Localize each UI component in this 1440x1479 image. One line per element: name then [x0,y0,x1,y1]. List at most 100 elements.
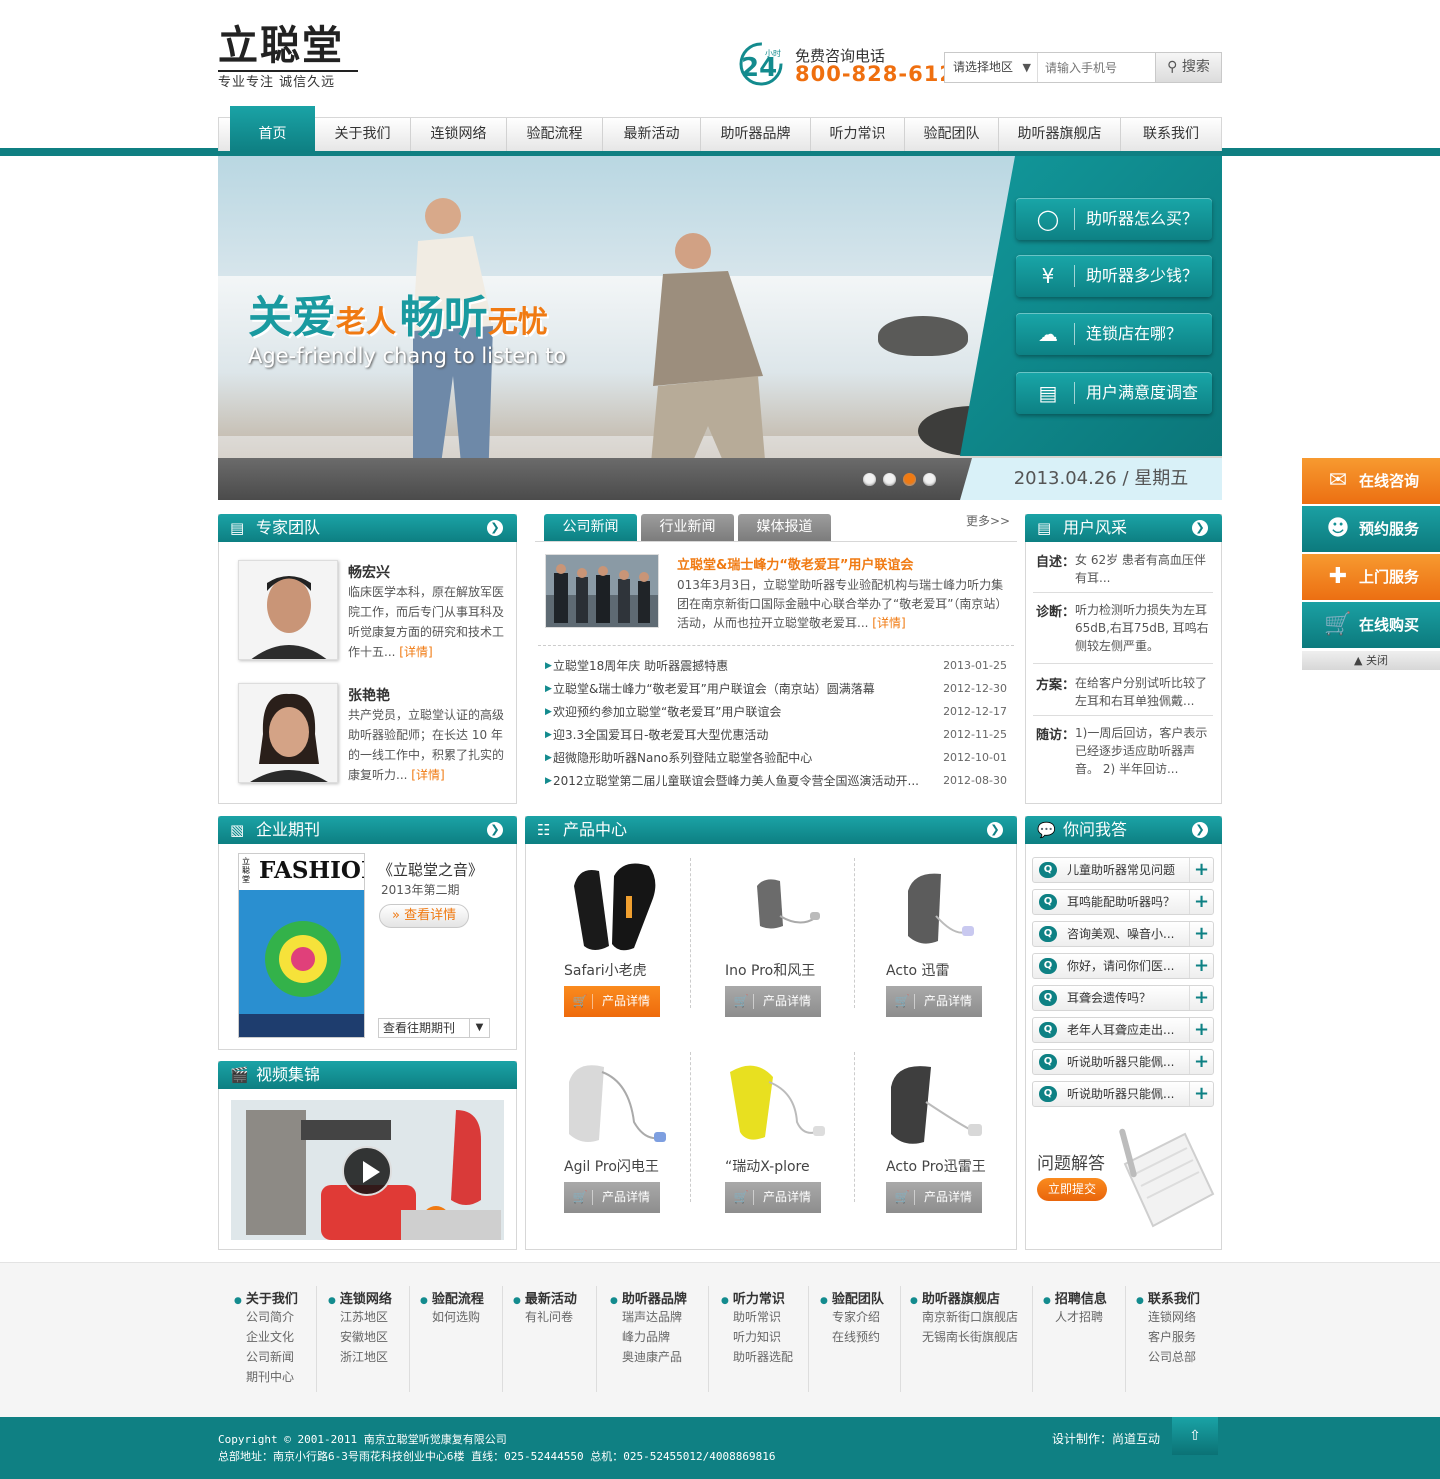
featured-news-image[interactable] [545,554,659,628]
news-item[interactable]: ▶ 迎3.3全国爱耳日-敬老爱耳大型优惠活动 2012-11-25 [545,725,1007,745]
nav-item-team[interactable]: 验配团队 [905,118,999,151]
footer-col-heading[interactable]: ● 关于我们 [234,1288,298,1307]
side-float-close[interactable]: ▲ 关闭 [1302,651,1440,670]
qa-item[interactable]: Q 老年人耳聋应走出... + [1032,1017,1214,1043]
nav-item-knowledge[interactable]: 听力常识 [811,118,905,151]
footer-link[interactable]: 在线预约 [820,1327,884,1347]
side-home-service[interactable]: ✚ 上门服务 [1302,554,1440,600]
footer-link[interactable]: 专家介绍 [820,1307,884,1327]
qa-item[interactable]: Q 耳鸣能配助听器吗？ + [1032,889,1214,915]
nav-item-events[interactable]: 最新活动 [603,118,701,151]
logo[interactable]: 立聪堂 专业专注 诚信久远 [218,22,358,94]
quick-link-how-to-buy[interactable]: ◯ 助听器怎么买？ [1016,198,1212,240]
product-card[interactable]: Acto Pro迅雷王 🛒 产品详情 [886,1052,1006,1222]
footer-link[interactable]: 安徽地区 [328,1327,392,1347]
hero-banner[interactable]: 关爱老人 畅听无忧 Age-friendly chang to listen t… [218,156,1222,500]
footer-col-heading[interactable]: ● 联系我们 [1136,1288,1200,1307]
footer-col-heading[interactable]: ● 验配团队 [820,1288,884,1307]
news-item[interactable]: ▶ 立聪堂18周年庆 助听器震撼特惠 2013-01-25 [545,656,1007,676]
plus-icon[interactable]: + [1189,1050,1213,1074]
tab-industry-news[interactable]: 行业新闻 [641,514,734,541]
footer-link[interactable]: 助听器选配 [721,1347,793,1367]
qa-item[interactable]: Q 听说助听器只能佩... + [1032,1049,1214,1075]
footer-link[interactable]: 助听常识 [721,1307,793,1327]
more-arrow-icon[interactable]: ❯ [1192,822,1208,838]
footer-link[interactable]: 如何选购 [420,1307,484,1327]
footer-link[interactable]: 公司新闻 [234,1347,298,1367]
quick-link-survey[interactable]: ▤ 用户满意度调查 [1016,372,1212,414]
more-arrow-icon[interactable]: ❯ [987,822,1003,838]
plus-icon[interactable]: + [1189,1018,1213,1042]
side-online-buy[interactable]: 🛒 在线购买 [1302,602,1440,648]
footer-link[interactable]: 连锁网络 [1136,1307,1200,1327]
product-detail-button[interactable]: 🛒 产品详情 [886,986,982,1017]
footer-link[interactable]: 人才招聘 [1043,1307,1107,1327]
product-detail-button[interactable]: 🛒 产品详情 [564,1182,660,1213]
footer-link[interactable]: 奥迪康产品 [610,1347,687,1367]
qa-item[interactable]: Q 咨询美观、噪音小... + [1032,921,1214,947]
slide-dot[interactable] [923,473,936,486]
product-detail-button[interactable]: 🛒 产品详情 [725,986,821,1017]
nav-item-about[interactable]: 关于我们 [315,118,411,151]
product-detail-button[interactable]: 🛒 产品详情 [886,1182,982,1213]
product-card[interactable]: Ino Pro和风王 🛒 产品详情 [725,856,845,1026]
product-detail-button[interactable]: 🛒 产品详情 [564,986,660,1017]
expert-more-link[interactable]: [详情] [399,645,432,659]
play-icon[interactable] [342,1146,392,1196]
footer-col-heading[interactable]: ● 招聘信息 [1043,1288,1107,1307]
journal-name[interactable]: 《立聪堂之音》 [378,859,483,880]
news-item[interactable]: ▶ 超微隐形助听器Nano系列登陆立聪堂各验配中心 2012-10-01 [545,748,1007,768]
footer-col-heading[interactable]: ● 助听器旗舰店 [910,1288,1018,1307]
expert-photo[interactable] [238,560,338,660]
qa-item[interactable]: Q 儿童助听器常见问题 + [1032,857,1214,883]
product-card[interactable]: Agil Pro闪电王 🛒 产品详情 [564,1052,684,1222]
news-item[interactable]: ▶ 2012立聪堂第二届儿童联谊会暨峰力美人鱼夏令营全国巡演活动开... 2012-… [545,771,1007,791]
footer-link[interactable]: 听力知识 [721,1327,793,1347]
qa-item[interactable]: Q 听说助听器只能佩... + [1032,1081,1214,1107]
side-online-consult[interactable]: ✉ 在线咨询 [1302,458,1440,504]
region-select[interactable]: 请选择地区 ▼ [945,53,1038,82]
footer-col-heading[interactable]: ● 验配流程 [420,1288,484,1307]
footer-link[interactable]: 南京新街口旗舰店 [910,1307,1018,1327]
plus-icon[interactable]: + [1189,922,1213,946]
qa-item[interactable]: Q 耳聋会遗传吗？ + [1032,985,1214,1011]
nav-item-contact[interactable]: 联系我们 [1121,118,1221,151]
product-card[interactable]: Safari小老虎 🛒 产品详情 [564,856,684,1026]
nav-item-fitting[interactable]: 验配流程 [507,118,603,151]
plus-icon[interactable]: + [1189,890,1213,914]
slide-dot[interactable] [863,473,876,486]
footer-link[interactable]: 公司总部 [1136,1347,1200,1367]
side-appointment[interactable]: ☻ 预约服务 [1302,506,1440,552]
slide-dot[interactable] [883,473,896,486]
expert-more-link[interactable]: [详情] [411,768,444,782]
footer-link[interactable]: 有礼问卷 [513,1307,577,1327]
nav-item-home[interactable]: 首页 [230,106,315,152]
news-more-link[interactable]: 更多>> [966,512,1010,529]
video-player[interactable] [231,1100,504,1240]
featured-news-more[interactable]: [详情] [872,616,905,630]
footer-link[interactable]: 瑞声达品牌 [610,1307,687,1327]
footer-link[interactable]: 期刊中心 [234,1367,298,1387]
past-journal-select[interactable]: 查看往期期刊 ▼ [378,1018,490,1038]
nav-item-flagship[interactable]: 助听器旗舰店 [999,118,1121,151]
footer-col-heading[interactable]: ● 听力常识 [721,1288,793,1307]
product-detail-button[interactable]: 🛒 产品详情 [725,1182,821,1213]
more-arrow-icon[interactable]: ❯ [487,520,503,536]
plus-icon[interactable]: + [1189,954,1213,978]
nav-item-brands[interactable]: 助听器品牌 [701,118,811,151]
plus-icon[interactable]: + [1189,986,1213,1010]
expert-photo[interactable] [238,683,338,783]
qa-submit-button[interactable]: 立即提交 [1037,1178,1107,1201]
search-button[interactable]: ⚲ 搜索 [1155,53,1221,82]
tab-company-news[interactable]: 公司新闻 [544,514,637,541]
footer-col-heading[interactable]: ● 最新活动 [513,1288,577,1307]
footer-link[interactable]: 无锡南长街旗舰店 [910,1327,1018,1347]
product-card[interactable]: “瑞动X-plore 🛒 产品详情 [725,1052,845,1222]
tab-media-reports[interactable]: 媒体报道 [738,514,831,541]
nav-item-network[interactable]: 连锁网络 [411,118,507,151]
slide-dot-active[interactable] [903,473,916,486]
more-arrow-icon[interactable]: ❯ [1192,520,1208,536]
plus-icon[interactable]: + [1189,858,1213,882]
news-item[interactable]: ▶ 立聪堂&瑞士峰力“敬老爱耳”用户联谊会（南京站）圆满落幕 2012-12-30 [545,679,1007,699]
footer-link[interactable]: 江苏地区 [328,1307,392,1327]
